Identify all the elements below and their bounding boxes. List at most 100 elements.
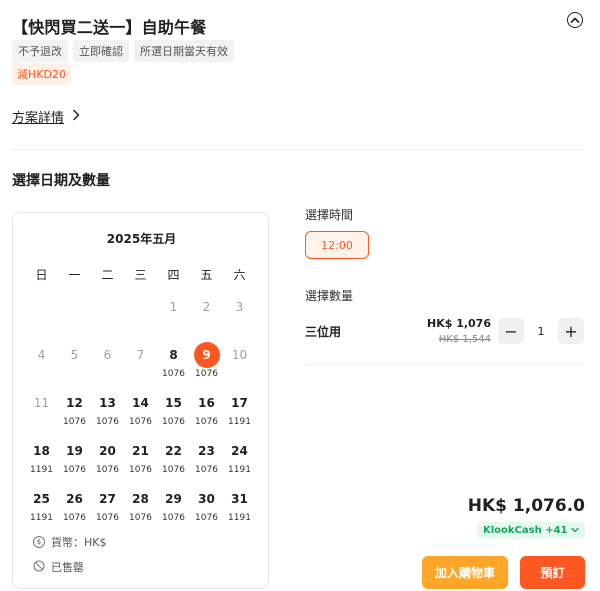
original-price: HK$ 1,544 [438, 334, 491, 345]
day-number: 23 [198, 444, 215, 458]
klook-cash-badge[interactable]: KlookCash +41 [477, 522, 585, 539]
calendar-day[interactable]: 14 1076 [124, 390, 157, 427]
calendar-day[interactable]: 24 1191 [223, 438, 256, 475]
calendar-day[interactable]: 26 1076 [58, 486, 91, 523]
day-price: 1076 [129, 465, 152, 475]
sold-out-note: 已售罄 [51, 561, 84, 574]
day-price: 1191 [228, 513, 251, 523]
day-number: 28 [132, 492, 149, 506]
day-number: 8 [169, 348, 178, 362]
day-number: 13 [99, 396, 116, 410]
day-number: 27 [99, 492, 116, 506]
day-price: 1076 [63, 417, 86, 427]
day-price: 1076 [195, 417, 218, 427]
day-number: 5 [70, 348, 79, 362]
day-price: 1076 [162, 513, 185, 523]
divider [12, 149, 584, 150]
chevron-right-icon [72, 109, 80, 125]
calendar-day[interactable]: 8 1076 [157, 342, 190, 379]
day-number: 3 [235, 300, 244, 314]
calendar-day[interactable]: 12 1076 [58, 390, 91, 427]
calendar-day[interactable]: 20 1076 [91, 438, 124, 475]
day-number: 2 [202, 300, 211, 314]
calendar-day[interactable]: 23 1076 [190, 438, 223, 475]
day-number: 19 [66, 444, 83, 458]
calendar-day[interactable]: 28 1076 [124, 486, 157, 523]
day-number: 1 [169, 300, 178, 314]
discount-badge: 減HKD20 [12, 63, 71, 85]
section-title: 選擇日期及數量 [12, 173, 110, 189]
day-number: 17 [231, 396, 248, 410]
book-button[interactable]: 預訂 [520, 556, 585, 589]
calendar-day[interactable]: 19 1076 [58, 438, 91, 475]
quantity-increase-button[interactable]: + [558, 318, 584, 344]
calendar-day: 6 [91, 342, 124, 368]
day-price: 1076 [63, 465, 86, 475]
calendar-day: 5 [58, 342, 91, 368]
total-price: HK$ 1,076.0 [467, 496, 585, 516]
weekday-label: 五 [200, 268, 213, 282]
weekday-label: 一 [68, 268, 81, 282]
day-price: 1076 [195, 369, 218, 379]
calendar-day[interactable]: 30 1076 [190, 486, 223, 523]
calendar-day[interactable]: 15 1076 [157, 390, 190, 427]
day-number: 24 [231, 444, 248, 458]
calendar-month: 2025年五月 [106, 232, 177, 246]
calendar-day[interactable]: 27 1076 [91, 486, 124, 523]
time-option-selected[interactable]: 12:00 [305, 231, 369, 259]
quantity-item-name: 三位用 [305, 325, 342, 339]
day-price: 1076 [162, 465, 185, 475]
day-price: 1191 [228, 465, 251, 475]
divider [305, 364, 584, 365]
calendar-day[interactable]: 29 1076 [157, 486, 190, 523]
day-price: 1076 [162, 417, 185, 427]
tag-instant-confirm: 立即確認 [73, 40, 129, 62]
day-number: 18 [33, 444, 50, 458]
calendar-day[interactable]: 13 1076 [91, 390, 124, 427]
tag-no-refund: 不予退改 [12, 40, 68, 62]
page-title: 【快閃買二送一】自助午餐 [12, 18, 207, 37]
calendar-day[interactable]: 16 1076 [190, 390, 223, 427]
calendar-day[interactable]: 25 1191 [25, 486, 58, 523]
day-number: 12 [66, 396, 83, 410]
day-number: 11 [33, 396, 50, 410]
quantity-value: 1 [537, 325, 545, 338]
day-number: 21 [132, 444, 149, 458]
day-number: 29 [165, 492, 182, 506]
dollar-icon: $ [33, 536, 45, 548]
day-number: 20 [99, 444, 116, 458]
weekday-label: 三 [134, 268, 147, 282]
add-to-cart-button[interactable]: 加入購物車 [422, 556, 508, 589]
currency-note: 貨幣：HK$ [51, 536, 107, 549]
calendar-day[interactable]: 21 1076 [124, 438, 157, 475]
quantity-decrease-button[interactable]: − [498, 318, 524, 344]
tag-list: 不予退改 立即確認 所選日期當天有效 [12, 40, 234, 62]
day-number: 4 [37, 348, 46, 362]
weekday-label: 六 [233, 268, 246, 282]
day-number: 22 [165, 444, 182, 458]
calendar-day: 7 [124, 342, 157, 368]
calendar-day[interactable]: 18 1191 [25, 438, 58, 475]
day-number: 26 [66, 492, 83, 506]
calendar-day[interactable]: 31 1191 [223, 486, 256, 523]
day-number: 9 [193, 342, 220, 368]
klook-cash-label: KlookCash +41 [483, 525, 568, 536]
day-price: 1076 [129, 417, 152, 427]
day-number: 15 [165, 396, 182, 410]
day-price: 1191 [228, 417, 251, 427]
calendar-day[interactable]: 17 1191 [223, 390, 256, 427]
collapse-icon[interactable] [567, 12, 583, 28]
calendar-day[interactable]: 22 1076 [157, 438, 190, 475]
day-price: 1076 [63, 513, 86, 523]
calendar-day: 2 [190, 294, 223, 320]
calendar-day-selected[interactable]: 9 1076 [190, 342, 223, 379]
plan-details-link[interactable]: 方案詳情 [12, 107, 80, 126]
currency-legend: $ 貨幣：HK$ [33, 534, 106, 550]
day-price: 1076 [96, 465, 119, 475]
unit-price: HK$ 1,076 [426, 317, 491, 330]
day-number: 10 [231, 348, 248, 362]
day-number: 6 [103, 348, 112, 362]
day-number: 16 [198, 396, 215, 410]
calendar-day: 10 [223, 342, 256, 368]
calendar-day: 4 [25, 342, 58, 368]
